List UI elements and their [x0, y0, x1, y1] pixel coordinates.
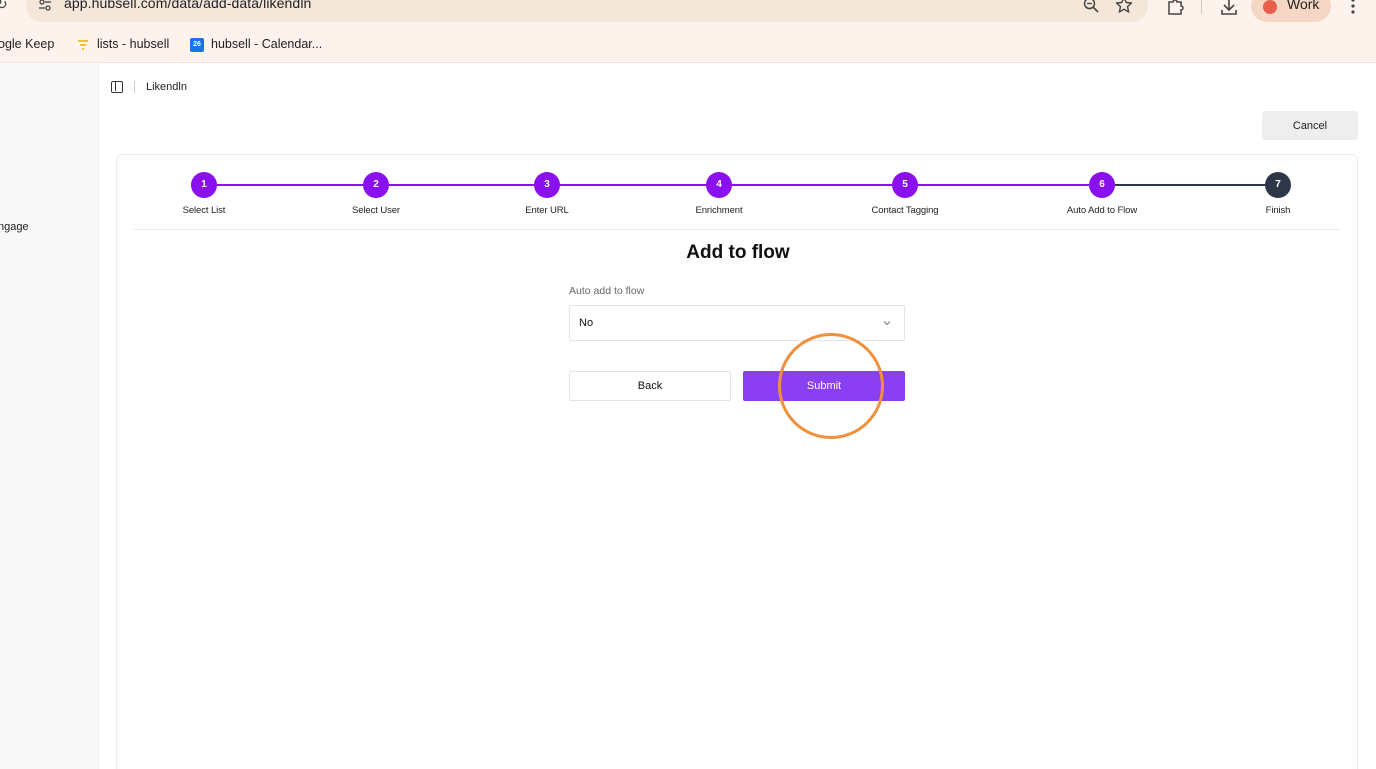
- step-label: Enter URL: [525, 205, 569, 216]
- bookmark-google-keep[interactable]: ogle Keep: [0, 37, 54, 51]
- step-label: Contact Tagging: [871, 205, 939, 216]
- step-number: 2: [363, 172, 389, 198]
- site-settings-icon[interactable]: [38, 0, 52, 12]
- stepper-connector: [376, 184, 547, 186]
- step-number: 5: [892, 172, 918, 198]
- step-number: 6: [1089, 172, 1115, 198]
- step-number: 1: [191, 172, 217, 198]
- more-menu-icon[interactable]: [1342, 0, 1364, 18]
- submit-button[interactable]: Submit: [743, 371, 905, 401]
- app-sidebar: ngage: [0, 63, 99, 769]
- filter-icon: [78, 40, 88, 50]
- profile-chip[interactable]: Work: [1251, 0, 1331, 22]
- bookmark-lists-hubsell[interactable]: lists - hubsell: [97, 37, 169, 51]
- back-button[interactable]: Back: [569, 371, 731, 401]
- step-label: Select User: [351, 205, 400, 216]
- bookmark-hubsell-calendar[interactable]: hubsell - Calendar...: [211, 37, 322, 51]
- auto-add-label: Auto add to flow: [569, 285, 645, 297]
- main-content: Likendln Cancel 1 Select List 2 Select User…: [99, 63, 1376, 769]
- step-label: Finish: [1265, 205, 1291, 216]
- step-label: Select List: [182, 205, 226, 216]
- step-number: 3: [534, 172, 560, 198]
- download-icon[interactable]: [1218, 0, 1240, 18]
- profile-avatar-icon: [1263, 0, 1277, 14]
- calendar-icon: 26: [190, 38, 204, 52]
- stepper-connector: [204, 184, 376, 186]
- zoom-icon[interactable]: [1082, 0, 1100, 14]
- cancel-button[interactable]: Cancel: [1262, 111, 1358, 140]
- bookmarks-bar: ogle Keep lists - hubsell 26 hubsell - C…: [0, 26, 1376, 63]
- browser-toolbar: ↻ app.hubsell.com/data/add-data/likendln…: [0, 0, 1376, 26]
- breadcrumb-divider: [134, 81, 135, 93]
- stepper: 1 Select List 2 Select User 3 Enter URL 4 Enric…: [117, 155, 1359, 230]
- stepper-connector: [719, 184, 905, 186]
- chevron-down-icon: [883, 321, 891, 326]
- wizard-card: 1 Select List 2 Select User 3 Enter URL 4 Enric…: [116, 154, 1358, 769]
- url-text[interactable]: app.hubsell.com/data/add-data/likendln: [64, 0, 311, 11]
- reload-icon[interactable]: ↻: [0, 0, 8, 13]
- sidebar-item-engage[interactable]: ngage: [0, 221, 29, 233]
- profile-label: Work: [1287, 0, 1320, 12]
- breadcrumb: Likendln: [146, 81, 187, 93]
- auto-add-select-value: No: [579, 317, 594, 329]
- stepper-connector: [1102, 184, 1278, 186]
- extensions-icon[interactable]: [1165, 0, 1187, 18]
- page-title: Add to flow: [686, 242, 790, 263]
- step-number: 4: [706, 172, 732, 198]
- toolbar-divider: [1201, 0, 1202, 14]
- bookmark-star-icon[interactable]: [1115, 0, 1133, 14]
- sidebar-toggle-icon[interactable]: [111, 81, 123, 93]
- stepper-connector: [905, 184, 1102, 186]
- address-bar[interactable]: app.hubsell.com/data/add-data/likendln: [26, 0, 1148, 22]
- step-number: 7: [1265, 172, 1291, 198]
- step-label: Enrichment: [695, 205, 743, 216]
- stepper-connector: [547, 184, 719, 186]
- step-label: Auto Add to Flow: [1066, 205, 1138, 216]
- auto-add-select[interactable]: No: [569, 305, 905, 341]
- stepper-divider: [134, 229, 1340, 230]
